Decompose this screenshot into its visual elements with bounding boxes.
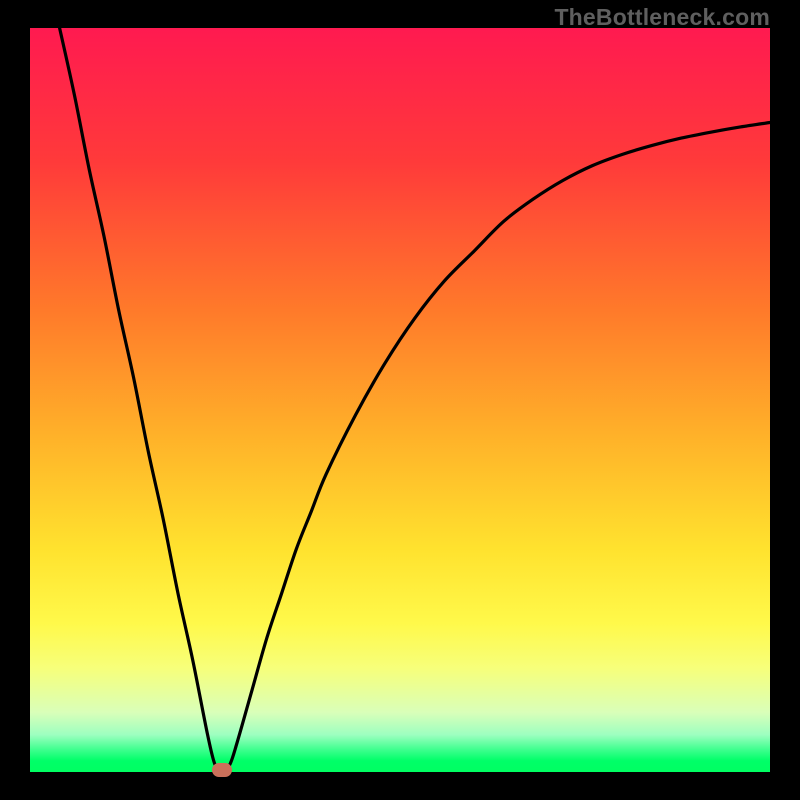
minimum-marker: [212, 763, 232, 777]
chart-frame: TheBottleneck.com: [0, 0, 800, 800]
plot-area: [30, 28, 770, 772]
watermark-text: TheBottleneck.com: [554, 4, 770, 31]
bottleneck-curve: [30, 28, 770, 772]
